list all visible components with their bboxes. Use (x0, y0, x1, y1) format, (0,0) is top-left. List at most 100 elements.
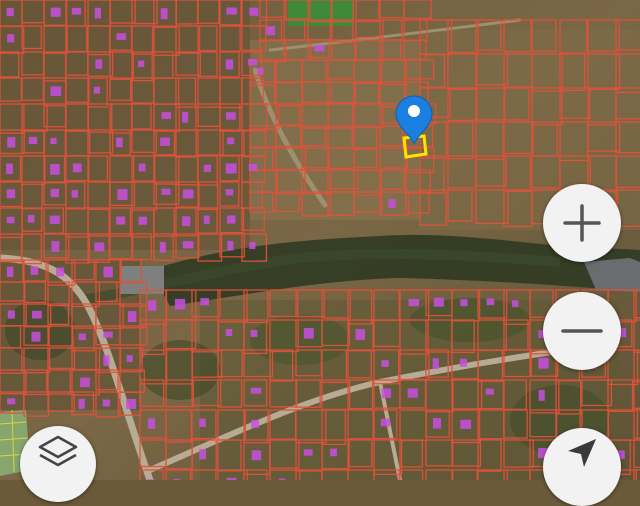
layers-button[interactable] (20, 426, 96, 502)
building (7, 189, 16, 198)
building (72, 190, 78, 198)
building (251, 388, 262, 394)
building (95, 8, 101, 19)
building (227, 241, 233, 251)
building (80, 378, 90, 388)
building (73, 163, 82, 172)
building (116, 33, 126, 40)
building (248, 59, 257, 65)
building (304, 328, 314, 339)
building (487, 298, 495, 305)
building (257, 68, 263, 75)
building (7, 217, 15, 223)
building (226, 163, 237, 173)
satellite-map[interactable] (0, 0, 640, 480)
building (266, 26, 275, 35)
zoom-out-button[interactable] (543, 292, 621, 370)
building (227, 138, 234, 145)
building (128, 311, 137, 322)
building (433, 358, 439, 369)
building (160, 242, 166, 253)
building (512, 300, 519, 307)
building (314, 45, 324, 51)
building (183, 241, 194, 248)
building (227, 215, 235, 223)
building (226, 59, 233, 69)
layers-icon (36, 431, 80, 475)
building (103, 355, 109, 366)
building (162, 112, 171, 119)
building (148, 418, 155, 429)
building (104, 267, 113, 278)
building (175, 299, 185, 310)
building (117, 189, 127, 200)
building (182, 216, 190, 226)
building (161, 8, 168, 19)
building (460, 299, 467, 306)
building (204, 216, 210, 224)
building (138, 61, 144, 67)
building (7, 34, 14, 42)
building (434, 298, 444, 307)
building (72, 8, 81, 15)
building (7, 398, 15, 404)
building (199, 449, 206, 459)
building (249, 242, 255, 249)
building (389, 199, 396, 208)
building (161, 189, 170, 195)
building (304, 449, 313, 455)
building (32, 332, 41, 342)
building (127, 355, 133, 362)
navigation-arrow-icon (562, 433, 602, 473)
building (78, 399, 84, 409)
plus-icon (562, 203, 602, 243)
building (252, 450, 261, 460)
building (199, 419, 206, 427)
building (226, 112, 236, 120)
building (486, 389, 494, 395)
building (6, 163, 13, 174)
building (31, 266, 39, 275)
map-view[interactable] (0, 0, 640, 480)
building (56, 268, 64, 277)
building (32, 311, 42, 319)
building (139, 217, 147, 225)
building (7, 137, 15, 147)
building (94, 242, 104, 251)
building (126, 399, 136, 409)
building (538, 358, 548, 369)
building (182, 112, 188, 123)
building (251, 420, 259, 428)
building (226, 189, 234, 195)
building (103, 399, 110, 406)
building (8, 311, 15, 319)
building (249, 164, 257, 171)
building (382, 388, 391, 398)
building (433, 418, 441, 429)
building (408, 388, 418, 397)
building (7, 8, 14, 16)
building (355, 329, 365, 340)
building (160, 137, 170, 145)
zoom-in-button[interactable] (543, 184, 621, 262)
building (539, 390, 545, 401)
building (50, 216, 60, 224)
building (226, 7, 237, 14)
building (50, 164, 60, 175)
minus-icon (560, 326, 604, 336)
building (79, 333, 86, 340)
building (183, 189, 194, 198)
building (226, 329, 233, 336)
building (251, 330, 258, 337)
building (50, 138, 56, 144)
building (51, 8, 61, 17)
building (460, 420, 471, 429)
building (381, 360, 388, 367)
building (148, 300, 156, 310)
building (204, 165, 211, 172)
my-location-button[interactable] (543, 428, 621, 506)
building (95, 59, 102, 69)
building (51, 86, 62, 96)
building (116, 138, 123, 148)
building (200, 298, 209, 305)
